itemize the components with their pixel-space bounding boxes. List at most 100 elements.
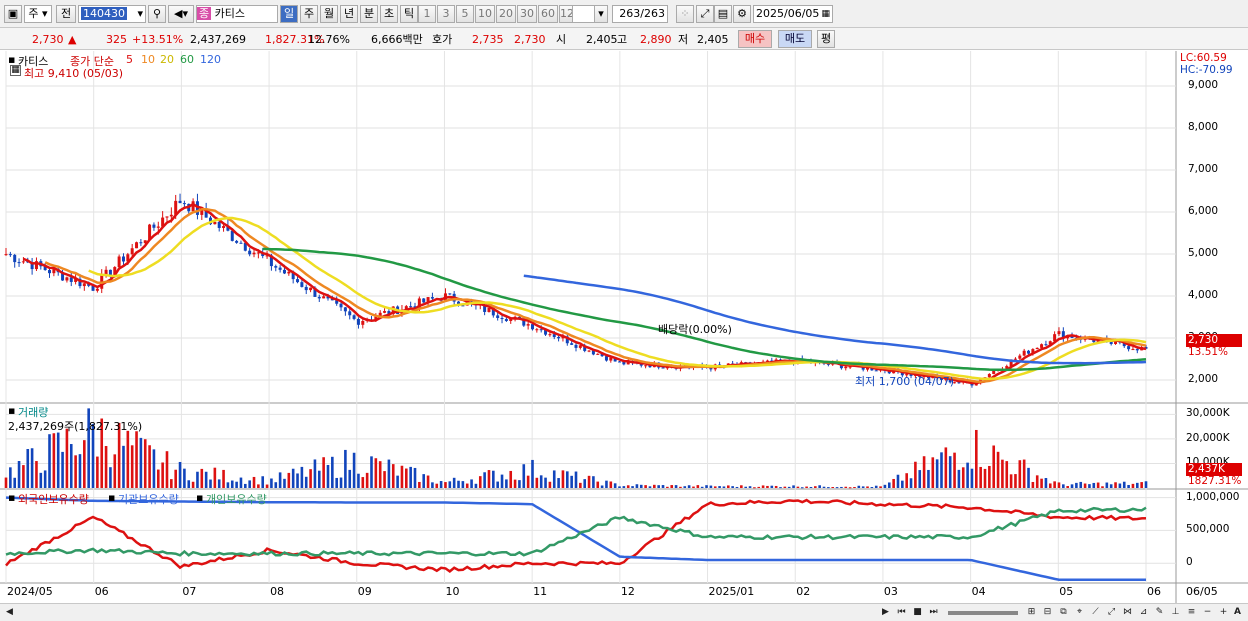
- line-icon[interactable]: ⟋: [1088, 605, 1103, 620]
- period-tab[interactable]: 월: [320, 5, 338, 23]
- volume-bar: [348, 469, 352, 488]
- interval-button[interactable]: 5: [456, 5, 474, 23]
- pattern-icon[interactable]: ⋈: [1120, 605, 1135, 620]
- trend-icon[interactable]: ⤢: [1104, 605, 1119, 620]
- forward-icon[interactable]: ⏭: [926, 605, 941, 620]
- tool-icon[interactable]: ⤢: [696, 5, 714, 23]
- volume-bar: [317, 470, 321, 488]
- prev-button[interactable]: 전: [56, 5, 76, 23]
- volume-bar: [396, 475, 399, 488]
- candle-body: [1127, 346, 1131, 350]
- market-select[interactable]: 주 ▾: [24, 5, 52, 23]
- period-tab[interactable]: 일: [280, 5, 298, 23]
- volume-bar: [483, 472, 486, 488]
- volume-bar: [1057, 482, 1061, 488]
- zoom-icon[interactable]: ⊞: [1024, 605, 1039, 620]
- volume-bar: [600, 485, 604, 488]
- pencil-icon[interactable]: ✎: [1152, 605, 1167, 620]
- volume-bar: [1070, 484, 1074, 488]
- fib-icon[interactable]: ≡: [1184, 605, 1199, 620]
- candle-body: [135, 242, 139, 249]
- candle-body: [152, 224, 156, 228]
- stock-code-input[interactable]: 140430 ▾: [78, 5, 146, 23]
- date-field[interactable]: 2025/06/05 ▦: [753, 5, 833, 23]
- scroll-right-icon[interactable]: ▶: [878, 605, 893, 620]
- minus-icon[interactable]: −: [1200, 605, 1215, 620]
- low-price: 2,405: [697, 33, 729, 46]
- candle-body: [574, 344, 578, 348]
- zoom-slider[interactable]: [948, 611, 1018, 615]
- candle-body: [1044, 344, 1048, 346]
- period-tab[interactable]: 초: [380, 5, 398, 23]
- volume-bar: [874, 485, 878, 488]
- measure-icon[interactable]: ⊿: [1136, 605, 1151, 620]
- volume-bar: [370, 456, 373, 488]
- volume-bar: [653, 484, 656, 488]
- bid-price: 2,730: [514, 33, 546, 46]
- stock-chart[interactable]: [0, 51, 1248, 604]
- layout-icon[interactable]: ⊟: [1040, 605, 1055, 620]
- volume-bar: [1079, 481, 1083, 488]
- interval-button[interactable]: 20: [496, 5, 516, 23]
- plus-icon[interactable]: +: [1216, 605, 1231, 620]
- volume-bar: [78, 454, 82, 488]
- crosshair-icon[interactable]: ⌖: [1072, 605, 1087, 620]
- volume-bar: [1131, 483, 1135, 488]
- volume-bar: [557, 478, 560, 488]
- candle-body: [309, 287, 313, 291]
- up-arrow-icon: ▲: [68, 33, 77, 46]
- volume-bar: [152, 449, 156, 488]
- volume-bar: [1092, 482, 1096, 488]
- interval-button[interactable]: 1: [418, 5, 436, 23]
- gear-icon[interactable]: ⚙: [733, 5, 751, 23]
- period-tab[interactable]: 틱: [400, 5, 418, 23]
- sell-button[interactable]: 매도: [778, 30, 812, 48]
- period-tab[interactable]: 년: [340, 5, 358, 23]
- volume-bar: [69, 444, 73, 488]
- volume-bar: [844, 486, 848, 488]
- chart-scrollbar[interactable]: ◀ ▶ ⏮ ■ ⏭ ⊞ ⊟ ⧉ ⌖ ⟋ ⤢ ⋈ ⊿ ✎ ⊥ ≡ − + A: [0, 603, 1248, 621]
- count-display[interactable]: 263/263: [612, 5, 668, 23]
- copy-icon[interactable]: ⧉: [1056, 605, 1071, 620]
- grid-icon[interactable]: ⁘: [676, 5, 694, 23]
- candle-body: [383, 311, 387, 313]
- chevron-down-icon[interactable]: ▾: [594, 5, 608, 23]
- volume-bar: [622, 486, 626, 488]
- search-icon[interactable]: ⚲: [148, 5, 166, 23]
- font-size-icon[interactable]: A: [1230, 605, 1245, 620]
- volume-value: 2,437,269: [190, 33, 246, 46]
- volume-bar: [17, 461, 21, 488]
- volume-bar: [204, 471, 208, 488]
- save-icon[interactable]: ▤: [714, 5, 732, 23]
- candle-body: [8, 254, 12, 256]
- window-menu-icon[interactable]: ▣: [4, 5, 22, 23]
- buy-button[interactable]: 매수: [738, 30, 772, 48]
- scroll-left-icon[interactable]: ◀: [2, 605, 17, 620]
- period-tab[interactable]: 분: [360, 5, 378, 23]
- volume-bar: [587, 475, 591, 488]
- interval-button[interactable]: 3: [437, 5, 455, 23]
- stop-icon[interactable]: ■: [910, 605, 925, 620]
- interval-button[interactable]: 10: [475, 5, 495, 23]
- flat-button[interactable]: 평: [817, 30, 835, 48]
- candle-body: [235, 240, 239, 243]
- speaker-icon[interactable]: ◀▾: [168, 5, 194, 23]
- volume-bar: [996, 451, 1000, 488]
- candle-body: [252, 252, 256, 255]
- volume-bar: [1109, 484, 1113, 488]
- interval-button[interactable]: 30: [517, 5, 537, 23]
- volume-bar: [431, 482, 434, 488]
- volume-bar: [953, 452, 956, 488]
- stock-name-field[interactable]: 종 카티스: [196, 5, 278, 23]
- volume-bar: [1122, 481, 1126, 488]
- volume-bar: [983, 468, 987, 488]
- candle-body: [953, 382, 957, 384]
- ruler-icon[interactable]: ⊥: [1168, 605, 1183, 620]
- period-tab[interactable]: 주: [300, 5, 318, 23]
- volume-bar: [518, 480, 521, 488]
- volume-bar: [52, 433, 56, 488]
- interval-button[interactable]: 60: [538, 5, 558, 23]
- volume-bar: [1014, 474, 1017, 488]
- volume-bar: [548, 481, 552, 488]
- rewind-icon[interactable]: ⏮: [894, 605, 909, 620]
